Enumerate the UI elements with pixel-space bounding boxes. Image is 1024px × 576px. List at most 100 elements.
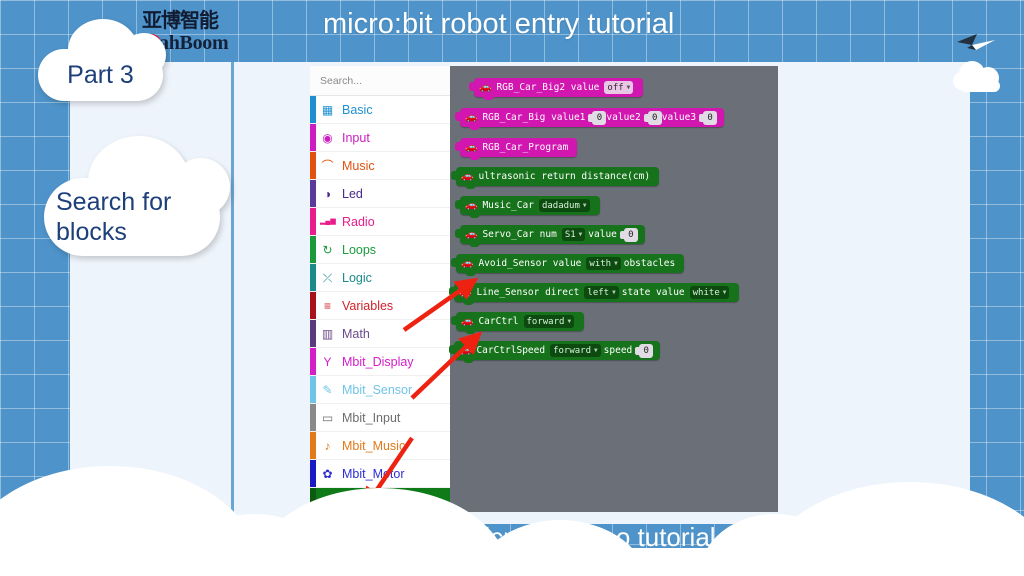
category-label: Input [342, 130, 370, 145]
category-label: Mbit_Motor [342, 466, 405, 481]
category-color-strip [310, 152, 316, 179]
block-notch [451, 316, 457, 325]
toolbox-category-led[interactable]: ◑ Led [310, 180, 450, 208]
chevron-down-icon: ▼ [578, 231, 583, 238]
block-bump [469, 156, 480, 160]
block-line-sensor[interactable]: 🚗 Line_Sensor direct left ▼ state value white… [449, 283, 740, 305]
block-rgb-car-program[interactable]: 🚗 RGB_Car_Program [455, 138, 578, 160]
toolbox-category-logic[interactable]: ⤫ Logic [310, 264, 450, 292]
block-notch [449, 287, 455, 296]
car-icon: 🚗 [479, 81, 492, 93]
block-avoid-sensor[interactable]: 🚗 Avoid_Sensor value with ▼ obstacles [451, 254, 685, 276]
block-rgb-car-big[interactable]: 🚗 RGB_Car_Big value1 0 value2 0 value3 0 [455, 108, 725, 130]
block-bump [465, 330, 476, 334]
category-label: Variables [342, 298, 394, 313]
block-number-input[interactable]: 0 [619, 227, 638, 242]
category-label: Loops [342, 242, 377, 257]
block-car-ctrl[interactable]: 🚗 CarCtrl forward ▼ [451, 312, 585, 334]
bird-icon [957, 34, 995, 50]
block-label: Line_Sensor direct [476, 287, 580, 298]
category-color-strip [310, 320, 316, 347]
toolbox-category-input[interactable]: ◉ Input [310, 124, 450, 152]
block-ultrasonic-return-distance[interactable]: 🚗 ultrasonic return distance(cm) [451, 167, 660, 189]
block-dropdown[interactable]: forward ▼ [550, 344, 601, 357]
chevron-down-icon: ▼ [594, 347, 598, 354]
block-label: value3 [661, 112, 697, 123]
callout-text: Part 3 [67, 61, 134, 89]
block-label: value2 [606, 112, 641, 123]
block-dropdown[interactable]: off ▼ [604, 81, 634, 94]
block-number-input[interactable]: 0 [635, 343, 654, 358]
footer: YahBoom micro:bit video tutorial [0, 522, 1024, 553]
toolbox-category-math[interactable]: ▥ Math [310, 320, 450, 348]
block-dropdown[interactable]: S1 ▼ [561, 228, 586, 241]
toolbox-flyout[interactable]: 🚗 RGB_Car_Big2 value off ▼ 🚗 RGB_Car_Big valu… [449, 66, 778, 512]
gear-icon: ✿ [322, 466, 333, 481]
block-label: Servo_Car num [482, 229, 557, 240]
category-color-strip [310, 124, 316, 151]
block-number-input[interactable]: 0 [643, 110, 662, 125]
category-label: Mbit_Display [342, 354, 414, 369]
category-color-strip [310, 208, 316, 235]
category-color-strip [310, 404, 316, 431]
block-label: RGB_Car_Big value1 [482, 112, 586, 123]
car-icon: 🚗 [465, 111, 478, 123]
block-notch [451, 258, 457, 267]
dropdown-value: S1 [564, 229, 576, 240]
block-dropdown[interactable]: with ▼ [586, 257, 621, 270]
toolbox-category-loops[interactable]: ↻ Loops [310, 236, 450, 264]
block-dropdown[interactable]: white ▼ [689, 286, 730, 299]
toolbox-category-mbit-sensor[interactable]: ✎ Mbit_Sensor [310, 376, 450, 404]
callout-body: Search for blocks [44, 178, 220, 256]
callout-body: Part 3 [38, 49, 163, 101]
car-icon: 🚗 [459, 286, 472, 298]
toolbox-category-mbit-display[interactable]: Y Mbit_Display [310, 348, 450, 376]
lines-icon: ≡ [323, 298, 331, 313]
category-label: Math [342, 326, 370, 341]
toolbox-category-basic[interactable]: ▦ Basic [310, 96, 450, 124]
toolbox-category-variables[interactable]: ≡ Variables [310, 292, 450, 320]
block-rgb-car-big2[interactable]: 🚗 RGB_Car_Big2 value off ▼ [469, 78, 644, 100]
search-input[interactable] [320, 74, 455, 87]
car-icon: 🚗 [461, 170, 474, 182]
block-bump [463, 359, 474, 363]
chevron-down-icon: ▼ [582, 202, 587, 209]
block-music-car[interactable]: 🚗 Music_Car dadadum ▼ [455, 196, 600, 218]
block-label: CarCtrl [478, 316, 519, 327]
dropdown-value: forward [553, 345, 592, 356]
toolbox-category-mbit-music[interactable]: ♪ Mbit_Music [310, 432, 450, 460]
block-dropdown[interactable]: forward ▼ [523, 315, 575, 328]
car-icon: 🚗 [461, 257, 474, 269]
block-label: state value [621, 287, 685, 298]
category-label: Logic [342, 270, 372, 285]
block-bump [465, 185, 476, 189]
category-color-strip [310, 432, 316, 459]
toolbox-category-music[interactable]: ⌒ Music [310, 152, 450, 180]
toolbox-category-mbit-input[interactable]: ▭ Mbit_Input [310, 404, 450, 432]
category-color-strip [310, 292, 316, 319]
page-panel-divider [231, 62, 234, 524]
block-dropdown[interactable]: dadadum ▼ [538, 199, 590, 212]
toolbox-category-list[interactable]: ▦ Basic ◉ Input ⌒ Music ◑ Led ▂▄▆ Radio ↻ Loops ⤫ Log… [310, 96, 450, 512]
block-number-input[interactable]: 0 [699, 110, 718, 125]
block-bump [469, 214, 480, 218]
toolbox-category-radio[interactable]: ▂▄▆ Radio [310, 208, 450, 236]
calculator-icon: ▥ [321, 326, 334, 341]
category-label: Basic [342, 102, 373, 117]
block-car-ctrl-speed[interactable]: 🚗 CarCtrlSpeed forward ▼ speed 0 [449, 341, 661, 363]
search-bar[interactable] [310, 66, 466, 96]
makecode-editor: ▦ Basic ◉ Input ⌒ Music ◑ Led ▂▄▆ Radio ↻ Loops ⤫ Log… [310, 66, 778, 512]
grid-icon: ▦ [321, 102, 334, 117]
block-number-input[interactable]: 0 [588, 110, 607, 125]
headphone-icon: ⌒ [321, 158, 334, 173]
category-color-strip [310, 96, 316, 123]
block-label: value [588, 229, 617, 240]
toolbox-category-mbit-motor[interactable]: ✿ Mbit_Motor [310, 460, 450, 488]
dropdown-value: dadadum [541, 200, 580, 211]
block-servo-car[interactable]: 🚗 Servo_Car num S1 ▼ value 0 [455, 225, 645, 247]
cloud-icon-top-right [953, 61, 1000, 92]
block-bump [469, 126, 480, 130]
block-dropdown[interactable]: left ▼ [584, 286, 619, 299]
slide-stage: 亚博智能 Y ahBoom micro:bit robot entry tuto… [0, 0, 1024, 576]
car-icon: 🚗 [459, 344, 472, 356]
